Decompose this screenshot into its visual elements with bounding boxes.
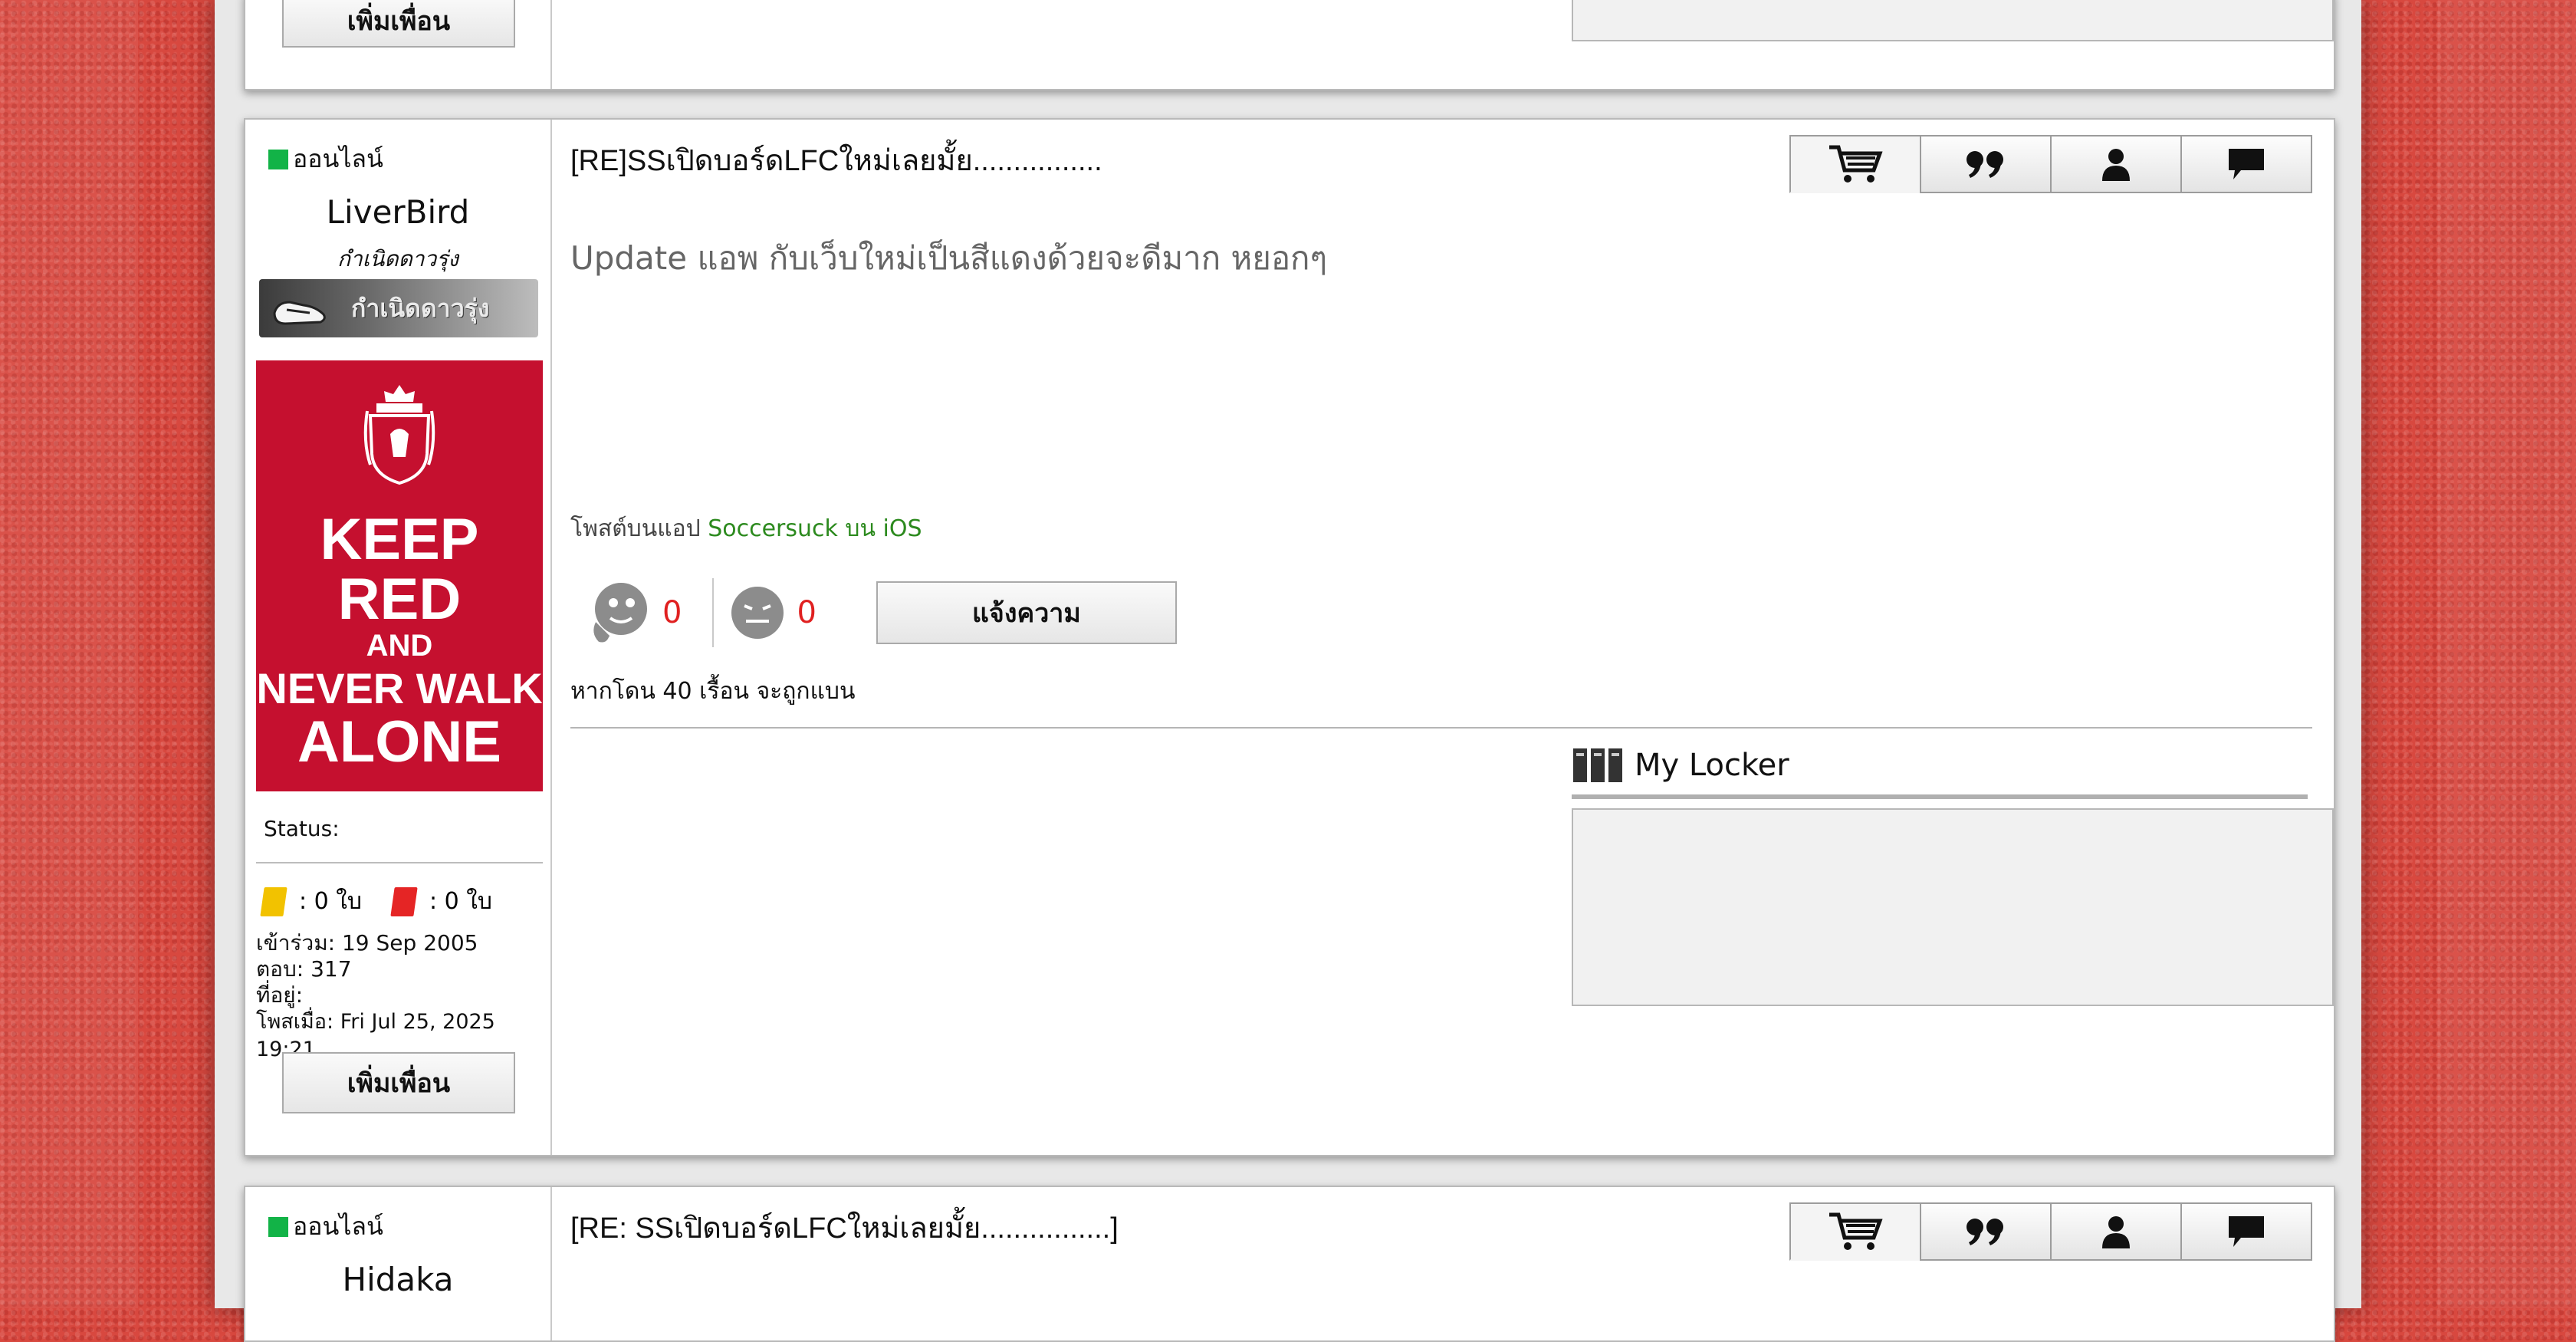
background-right <box>2438 0 2576 1308</box>
online-label: ออนไลน์ <box>293 144 383 173</box>
post-content-column <box>552 0 2334 89</box>
locker-title: My Locker <box>1635 748 1789 783</box>
ban-note: หากโดน 40 เรื้อน จะถูกแบน <box>570 678 856 705</box>
rank-badge: กำเนิดดาวรุ่ง <box>259 279 538 337</box>
post-toolbar <box>1789 135 2312 193</box>
like-face-icon[interactable] <box>587 578 652 647</box>
divider <box>256 862 543 863</box>
online-indicator-icon <box>268 1216 288 1237</box>
cart-icon <box>1829 145 1883 183</box>
post-author-column: ออนไลน์ LiverBird กำเนิดดาวรุ่ง กำเนิดดา… <box>245 120 552 1155</box>
user-icon <box>2102 149 2130 181</box>
locker-icon <box>1573 748 1622 782</box>
shoe-icon <box>273 301 326 325</box>
user-rank: กำเนิดดาวรุ่ง <box>337 246 458 271</box>
post-title: [RE]SSเปิดบอร์ดLFCใหม่เลยมั้ย...........… <box>570 145 1102 177</box>
shop-button[interactable] <box>1789 1202 1921 1261</box>
post-previous: เพิ่มเพื่อน <box>244 0 2335 90</box>
add-friend-button[interactable]: เพิ่มเพื่อน <box>282 1052 515 1113</box>
forum-content: เพิ่มเพื่อน ออนไลน์ LiverBird กำเนิดดาวร… <box>215 0 2361 1342</box>
post-toolbar <box>1789 1202 2312 1261</box>
locker-underline <box>1572 794 2308 799</box>
avatar-line-5: ALONE <box>297 709 501 775</box>
liverpool-crest-icon <box>363 385 435 485</box>
yellow-card-icon <box>260 886 288 916</box>
report-button[interactable]: แจ้งความ <box>876 581 1177 644</box>
avatar-line-3: AND <box>366 629 433 663</box>
like-count: 0 <box>662 595 682 630</box>
add-friend-button[interactable]: เพิ่มเพื่อน <box>282 0 515 48</box>
crest-text: LIVERPOOL <box>377 404 422 413</box>
red-card-count: : 0 ใบ <box>429 888 492 915</box>
yellow-card-count: : 0 ใบ <box>299 888 362 915</box>
locker-box <box>1572 0 2334 41</box>
shop-button[interactable] <box>1789 135 1921 193</box>
user-icon <box>2102 1216 2130 1248</box>
locker-heading: My Locker <box>1572 747 1789 784</box>
message-button[interactable] <box>2180 1202 2312 1261</box>
post-content-column: [RE]SSเปิดบอร์ดLFCใหม่เลยมั้ย...........… <box>552 120 2334 1155</box>
message-button[interactable] <box>2180 135 2312 193</box>
posted-via-prefix: โพสต์บนแอป <box>570 515 701 542</box>
dislike-face-icon[interactable] <box>729 584 786 641</box>
vote-row: 0 0 แจ้งความ <box>570 578 1177 647</box>
post-liverbird: ออนไลน์ LiverBird กำเนิดดาวรุ่ง กำเนิดดา… <box>244 118 2335 1156</box>
red-card-icon <box>390 886 418 916</box>
quote-button[interactable] <box>1920 1202 2052 1261</box>
online-label: ออนไลน์ <box>293 1212 383 1241</box>
quote-icon <box>1967 151 2003 178</box>
locker-box <box>1572 808 2334 1006</box>
post-hidaka: ออนไลน์ Hidaka [RE: SSเปิดบอร์ดLFCใหม่เล… <box>244 1186 2335 1342</box>
username[interactable]: Hidaka <box>245 1261 550 1298</box>
quote-button[interactable] <box>1920 135 2052 193</box>
quote-icon <box>1967 1219 2003 1245</box>
post-title: [RE: SSเปิดบอร์ดLFCใหม่เลยมั้ย..........… <box>570 1212 1119 1245</box>
message-icon <box>2229 1216 2264 1247</box>
avatar-line-4: NEVER WALK <box>256 664 543 712</box>
profile-button[interactable] <box>2050 135 2182 193</box>
avatar-line-2: RED <box>337 567 462 632</box>
avatar-line-1: KEEP <box>320 507 479 572</box>
online-indicator-icon <box>268 149 288 169</box>
rank-badge-label: กำเนิดดาวรุ่ง <box>351 293 490 323</box>
online-status: ออนไลน์ <box>268 140 383 179</box>
username[interactable]: LiverBird <box>245 193 550 231</box>
vote-divider <box>712 578 715 647</box>
app-link[interactable]: Soccersuck บน iOS <box>708 515 922 542</box>
background-left <box>0 0 138 1308</box>
post-author-column: ออนไลน์ Hidaka <box>245 1187 552 1340</box>
post-author-column: เพิ่มเพื่อน <box>245 0 552 89</box>
avatar: LIVERPOOL KEEP RED AND NEVER WALK ALONE <box>256 360 543 791</box>
card-counts: : 0 ใบ : 0 ใบ <box>260 883 492 919</box>
profile-button[interactable] <box>2050 1202 2182 1261</box>
post-body: Update แอพ กับเว็บใหม่เป็นสีแดงด้วยจะดีม… <box>570 239 1328 277</box>
message-icon <box>2229 149 2264 179</box>
dislike-count: 0 <box>797 595 816 630</box>
post-content-column: [RE: SSเปิดบอร์ดLFCใหม่เลยมั้ย..........… <box>552 1187 2334 1340</box>
cart-icon <box>1829 1212 1883 1250</box>
status-label: Status: <box>264 816 340 841</box>
online-status: ออนไลน์ <box>268 1207 383 1246</box>
posted-via: โพสต์บนแอป Soccersuck บน iOS <box>570 511 922 547</box>
post-time-label: โพสเมื่อ: <box>256 1010 334 1034</box>
divider <box>570 727 2312 729</box>
